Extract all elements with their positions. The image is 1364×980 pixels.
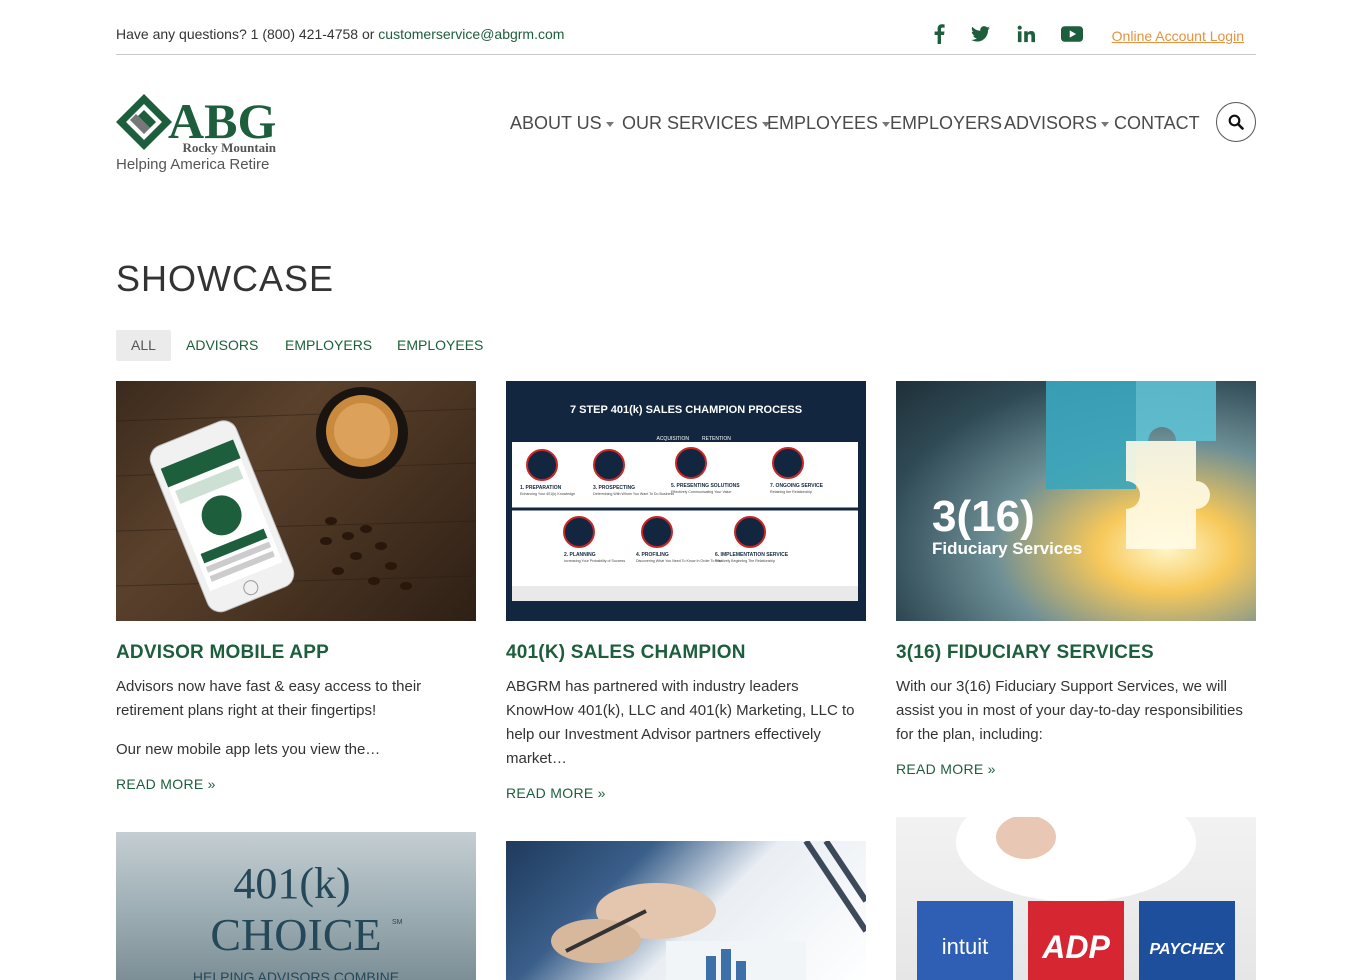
step-label: 7. ONGOING SERVICE — [770, 483, 824, 489]
step-label: 1. PREPARATION — [520, 485, 562, 491]
card-text: Our new mobile app lets you view the… — [116, 741, 381, 758]
nav-contact[interactable]: CONTACT — [1114, 113, 1200, 134]
filter-advisors[interactable]: ADVISORS — [171, 330, 273, 361]
choice-line2: CHOICE — [210, 909, 381, 960]
advisor-mobile-app-image[interactable] — [116, 381, 476, 621]
nav-advisors[interactable]: ADVISORS — [1004, 113, 1110, 134]
nav-employers[interactable]: EMPLOYERS — [890, 113, 1002, 134]
nav-label: OUR SERVICES — [622, 113, 758, 133]
diagram-phase-retention: RETENTION — [702, 436, 731, 442]
adp-logo: ADP — [1041, 929, 1110, 965]
page-title: SHOWCASE — [116, 258, 335, 299]
card-title-fiduciary-services[interactable]: 3(16) FIDUCIARY SERVICES — [896, 642, 1154, 664]
logo-sub: Rocky Mountain — [182, 140, 276, 155]
nav-label: CONTACT — [1114, 113, 1200, 133]
step-sub: Discovering What You Need To Know In Ord… — [636, 559, 722, 563]
chevron-down-icon — [1101, 122, 1110, 127]
nav-label: EMPLOYERS — [890, 113, 1003, 133]
linkedin-icon[interactable] — [1013, 22, 1039, 46]
step-label: 3. PROSPECTING — [593, 485, 635, 491]
step-label: 5. PRESENTING SOLUTIONS — [671, 483, 740, 489]
step-label: 2. PLANNING — [564, 552, 596, 558]
intuit-logo: intuit — [942, 934, 988, 959]
paychex-logo: PAYCHEX — [1150, 941, 1226, 958]
payroll-partners-image[interactable]: intuit ADP PAYCHEX — [896, 817, 1256, 980]
nav-about-us[interactable]: ABOUT US — [510, 113, 614, 134]
nav-label: ABOUT US — [510, 113, 602, 133]
card-text: Advisors now have fast & easy access to … — [116, 678, 422, 719]
step-label: 6. IMPLEMENTATION SERVICE — [715, 552, 789, 558]
diagram-phase-acquisition: ACQUISITION — [656, 436, 689, 442]
read-more-link[interactable]: READ MORE » — [506, 785, 606, 801]
abg-logo[interactable]: ABG Rocky Mountain Helping America Retir… — [116, 92, 281, 174]
step-sub: Determining With Whom You Want To Do Bus… — [593, 492, 674, 496]
card-title-401k-sales-champion[interactable]: 401(K) SALES CHAMPION — [506, 642, 746, 664]
filter-employees[interactable]: EMPLOYEES — [382, 330, 498, 361]
search-button[interactable] — [1216, 102, 1256, 142]
card-text: ABGRM has partnered with industry leader… — [506, 678, 855, 767]
sales-champion-image[interactable]: 7 STEP 401(k) SALES CHAMPION PROCESS ACQ… — [506, 381, 866, 621]
card-text: With our 3(16) Fiduciary Support Service… — [896, 678, 1243, 743]
search-icon — [1228, 114, 1244, 130]
business-analysis-image[interactable] — [506, 841, 866, 980]
choice-line1: 401(k) — [233, 859, 350, 908]
chevron-down-icon — [605, 122, 614, 127]
contact-info: Have any questions? 1 (800) 421-4758 or … — [116, 26, 564, 42]
logo-tagline: Helping America Retire — [116, 156, 269, 173]
diagram-heading: 7 STEP 401(k) SALES CHAMPION PROCESS — [570, 404, 802, 416]
step-label: 4. PROFILING — [636, 552, 669, 558]
filter-all[interactable]: ALL — [116, 330, 171, 361]
401k-choice-image[interactable]: 401(k) CHOICE SM HELPING ADVISORS COMBIN… — [116, 832, 476, 980]
step-sub: Increasing Your Probability of Success — [564, 559, 625, 563]
nav-our-services[interactable]: OUR SERVICES — [622, 113, 770, 134]
fiduciary-big-text: 3(16) — [932, 492, 1035, 541]
nav-label: EMPLOYEES — [767, 113, 879, 133]
email-link[interactable]: customerservice@abgrm.com — [378, 26, 564, 42]
step-sub: Positively Beginning The Relationship — [715, 559, 775, 563]
step-sub: Effectively Communicating Your Value — [671, 490, 731, 494]
online-account-login-link[interactable]: Online Account Login — [1112, 28, 1244, 44]
fiduciary-sub-text: Fiduciary Services — [932, 539, 1082, 558]
nav-label: ADVISORS — [1004, 113, 1098, 133]
chevron-down-icon — [882, 122, 891, 127]
contact-prefix: Have any questions? 1 (800) 421-4758 or — [116, 26, 379, 42]
step-sub: Enhancing Your 401(k) Knowledge — [520, 492, 575, 496]
choice-sm: SM — [392, 919, 403, 926]
fiduciary-services-image[interactable]: 3(16) Fiduciary Services — [896, 381, 1256, 621]
facebook-icon[interactable] — [926, 22, 952, 46]
logo-diamond-icon — [116, 94, 172, 150]
read-more-link[interactable]: READ MORE » — [116, 776, 216, 792]
youtube-icon[interactable] — [1059, 22, 1085, 46]
filter-employers[interactable]: EMPLOYERS — [270, 330, 387, 361]
choice-tagline: HELPING ADVISORS COMBINE — [193, 969, 399, 980]
twitter-icon[interactable] — [967, 22, 993, 46]
step-sub: Retaining the Relationship — [770, 490, 812, 494]
card-title-advisor-mobile-app[interactable]: ADVISOR MOBILE APP — [116, 642, 329, 664]
nav-employees[interactable]: EMPLOYEES — [767, 113, 891, 134]
top-bar: Have any questions? 1 (800) 421-4758 or … — [116, 0, 1256, 55]
read-more-link[interactable]: READ MORE » — [896, 761, 996, 777]
